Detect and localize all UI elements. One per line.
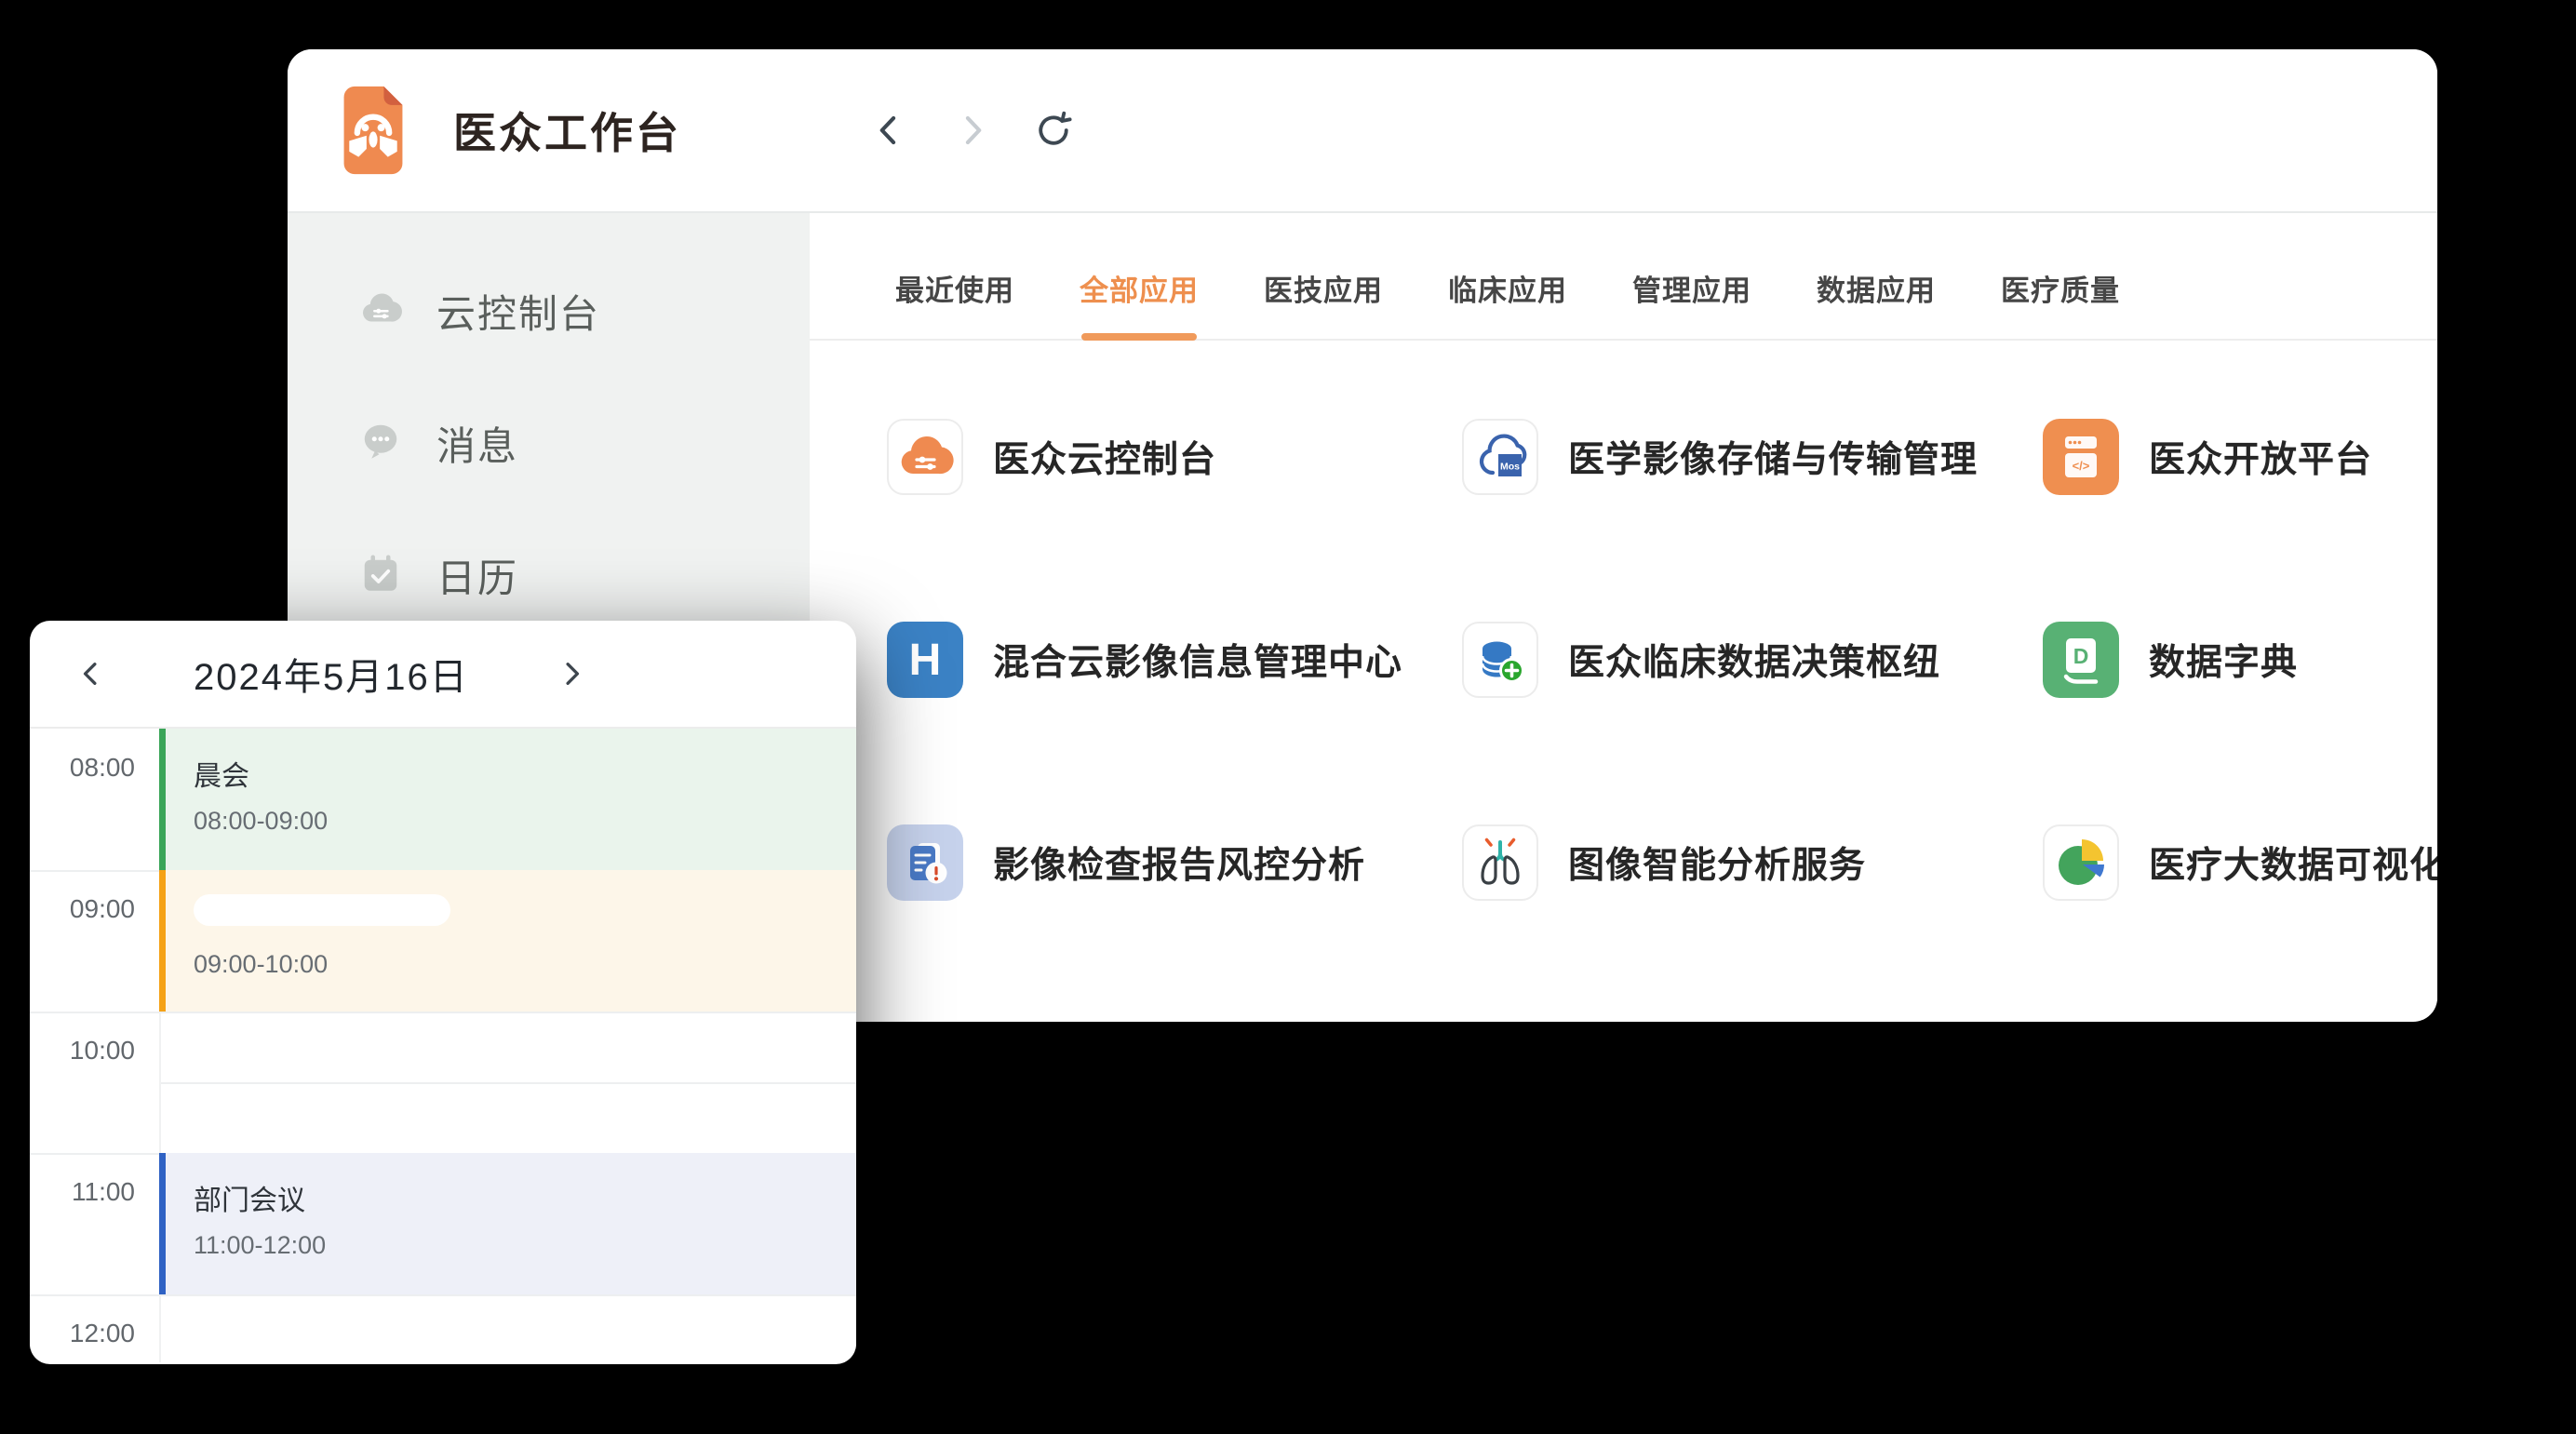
- calendar-next-button[interactable]: [551, 653, 592, 694]
- app-big-data-visualization[interactable]: 医疗大数据可视化: [2043, 824, 2437, 901]
- calendar-prev-button[interactable]: [71, 653, 112, 694]
- time-label: 09:00: [30, 894, 135, 924]
- svg-text:D: D: [2073, 644, 2089, 668]
- event-time: 08:00-09:00: [194, 807, 856, 836]
- app-data-dictionary[interactable]: D 数据字典: [2043, 622, 2437, 698]
- desktop-background: 医众工作台: [0, 0, 2576, 1434]
- svg-text:</>: </>: [2073, 459, 2090, 473]
- event-time: 11:00-12:00: [194, 1231, 856, 1260]
- hybrid-cloud-h-icon: H: [887, 622, 963, 698]
- tab-quality[interactable]: 医疗质量: [2001, 267, 2120, 339]
- tab-all-apps[interactable]: 全部应用: [1080, 267, 1199, 339]
- nav-buttons: [867, 108, 1076, 153]
- svg-text:Mos: Mos: [1500, 462, 1520, 473]
- sidebar-item-messages[interactable]: 消息: [288, 400, 810, 486]
- calendar-header: 2024年5月16日: [30, 621, 856, 729]
- event-title: 部门会议: [194, 1177, 856, 1218]
- app-label: 混合云影像信息管理中心: [993, 634, 1402, 686]
- tab-medtech[interactable]: 医技应用: [1264, 267, 1383, 339]
- app-label: 医学影像存储与传输管理: [1568, 431, 1978, 483]
- hour-line: [30, 1294, 856, 1296]
- content-area: 最近使用 全部应用 医技应用 临床应用 管理应用 数据应用 医疗质量: [810, 213, 2437, 1020]
- app-cloud-console[interactable]: 医众云控制台: [887, 419, 1462, 495]
- sidebar-item-label: 日历: [436, 547, 518, 604]
- half-hour-line: [161, 1082, 856, 1084]
- dictionary-book-icon: D: [2043, 622, 2119, 698]
- app-logo-icon: [330, 84, 416, 177]
- app-label: 图像智能分析服务: [1568, 837, 1866, 889]
- calendar-event-morning-meeting[interactable]: 晨会 08:00-09:00: [159, 729, 856, 870]
- app-grid: 医众云控制台 Mos 医学影像存储与传输管理: [810, 341, 2437, 901]
- app-label: 影像检查报告风控分析: [993, 837, 1365, 889]
- app-label: 医众开放平台: [2149, 431, 2372, 483]
- report-risk-alert-icon: [887, 824, 963, 901]
- app-label: 医疗大数据可视化: [2149, 837, 2437, 889]
- back-button[interactable]: [867, 108, 912, 153]
- time-label: 10:00: [30, 1036, 135, 1065]
- app-label: 医众临床数据决策枢纽: [1568, 634, 1940, 686]
- forward-icon: [951, 110, 992, 151]
- calendar-panel: 2024年5月16日 08:00 09:00 10:00 11:00 12:00…: [30, 621, 856, 1364]
- app-image-ai-service[interactable]: 图像智能分析服务: [1462, 824, 2043, 901]
- refresh-icon: [1033, 110, 1074, 151]
- time-label: 12:00: [30, 1319, 135, 1348]
- sidebar-item-cloud-console[interactable]: 云控制台: [288, 268, 810, 354]
- redacted-event-title: [194, 894, 450, 926]
- event-title: 晨会: [194, 753, 856, 794]
- calendar-day-view: 08:00 09:00 10:00 11:00 12:00 晨会 08:00-0…: [30, 729, 856, 1362]
- app-image-storage[interactable]: Mos 医学影像存储与传输管理: [1462, 419, 2043, 495]
- tab-recent[interactable]: 最近使用: [895, 267, 1014, 339]
- app-label: 数据字典: [2149, 634, 2298, 686]
- open-platform-code-icon: </>: [2043, 419, 2119, 495]
- sidebar-item-label: 消息: [436, 415, 518, 472]
- tab-management[interactable]: 管理应用: [1632, 267, 1751, 339]
- app-category-tabs: 最近使用 全部应用 医技应用 临床应用 管理应用 数据应用 医疗质量: [810, 213, 2437, 341]
- calendar-date-label: 2024年5月16日: [194, 647, 469, 701]
- refresh-button[interactable]: [1031, 108, 1076, 153]
- app-open-platform[interactable]: </> 医众开放平台: [2043, 419, 2437, 495]
- titlebar: 医众工作台: [288, 49, 2437, 213]
- app-clinical-data-hub[interactable]: 医众临床数据决策枢纽: [1462, 622, 2043, 698]
- app-label: 医众云控制台: [993, 431, 1216, 483]
- chevron-left-icon: [74, 657, 108, 690]
- app-hybrid-cloud-center[interactable]: H 混合云影像信息管理中心: [887, 622, 1462, 698]
- app-report-risk-analysis[interactable]: 影像检查报告风控分析: [887, 824, 1462, 901]
- app-title: 医众工作台: [453, 100, 681, 161]
- calendar-event-department-meeting[interactable]: 部门会议 11:00-12:00: [159, 1153, 856, 1294]
- event-time: 09:00-10:00: [194, 950, 856, 979]
- message-bubble-icon: [358, 419, 403, 468]
- pie-chart-icon: [2043, 824, 2119, 901]
- sidebar-item-label: 云控制台: [436, 283, 600, 340]
- cloud-mos-icon: Mos: [1462, 419, 1538, 495]
- chevron-right-icon: [555, 657, 588, 690]
- tab-clinical[interactable]: 临床应用: [1448, 267, 1567, 339]
- calendar-event-redacted[interactable]: 09:00-10:00: [159, 870, 856, 1012]
- time-label: 11:00: [30, 1177, 135, 1207]
- calendar-check-icon: [358, 551, 403, 600]
- sidebar-item-calendar[interactable]: 日历: [288, 532, 810, 618]
- cloud-console-icon: [358, 287, 403, 336]
- time-label: 08:00: [30, 753, 135, 783]
- database-plus-icon: [1462, 622, 1538, 698]
- tab-data[interactable]: 数据应用: [1817, 267, 1936, 339]
- back-icon: [869, 110, 910, 151]
- hour-line: [30, 1012, 856, 1013]
- orange-cloud-sliders-icon: [887, 419, 963, 495]
- forward-button[interactable]: [949, 108, 994, 153]
- lungs-analysis-icon: [1462, 824, 1538, 901]
